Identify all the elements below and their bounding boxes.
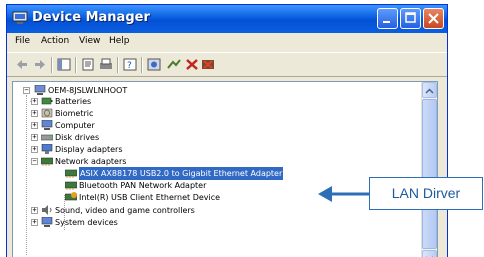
- lan-driver-callout: LAN Dirver: [369, 177, 483, 210]
- callout-arrow: [318, 186, 369, 202]
